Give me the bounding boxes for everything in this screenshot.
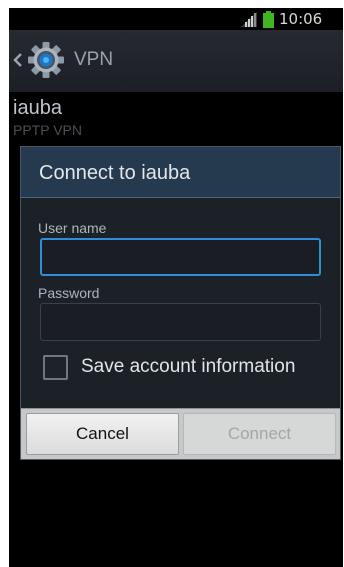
save-account-checkbox[interactable] bbox=[43, 355, 68, 380]
battery-icon bbox=[263, 11, 274, 28]
dialog-body: User name Password Save account informat… bbox=[21, 198, 340, 408]
save-account-row[interactable]: Save account information bbox=[43, 353, 333, 383]
dialog-footer: Cancel Connect bbox=[21, 408, 340, 459]
vpn-name: iauba bbox=[13, 97, 62, 119]
cancel-button[interactable]: Cancel bbox=[26, 413, 179, 455]
vpn-type: PPTP VPN bbox=[13, 122, 82, 138]
settings-gear-icon[interactable] bbox=[27, 41, 65, 79]
username-input[interactable] bbox=[40, 238, 321, 276]
save-account-label: Save account information bbox=[81, 356, 296, 377]
phone-screen: 10:06 VPN iauba PPTP VPN Connect to iaub… bbox=[9, 8, 343, 567]
vpn-list-item[interactable]: iauba PPTP VPN bbox=[9, 92, 343, 152]
password-label: Password bbox=[38, 285, 100, 301]
action-bar-title: VPN bbox=[74, 49, 114, 70]
connect-dialog: Connect to iauba User name Password Save… bbox=[20, 146, 341, 460]
back-chevron-icon[interactable] bbox=[12, 51, 24, 69]
connect-button[interactable]: Connect bbox=[183, 413, 336, 455]
dialog-title: Connect to iauba bbox=[39, 162, 191, 184]
signal-icon bbox=[241, 12, 257, 27]
status-clock: 10:06 bbox=[279, 10, 323, 28]
password-input[interactable] bbox=[40, 303, 321, 341]
username-label: User name bbox=[38, 220, 107, 236]
action-bar: VPN bbox=[9, 30, 343, 92]
dialog-header: Connect to iauba bbox=[21, 147, 340, 198]
status-bar: 10:06 bbox=[9, 8, 343, 30]
